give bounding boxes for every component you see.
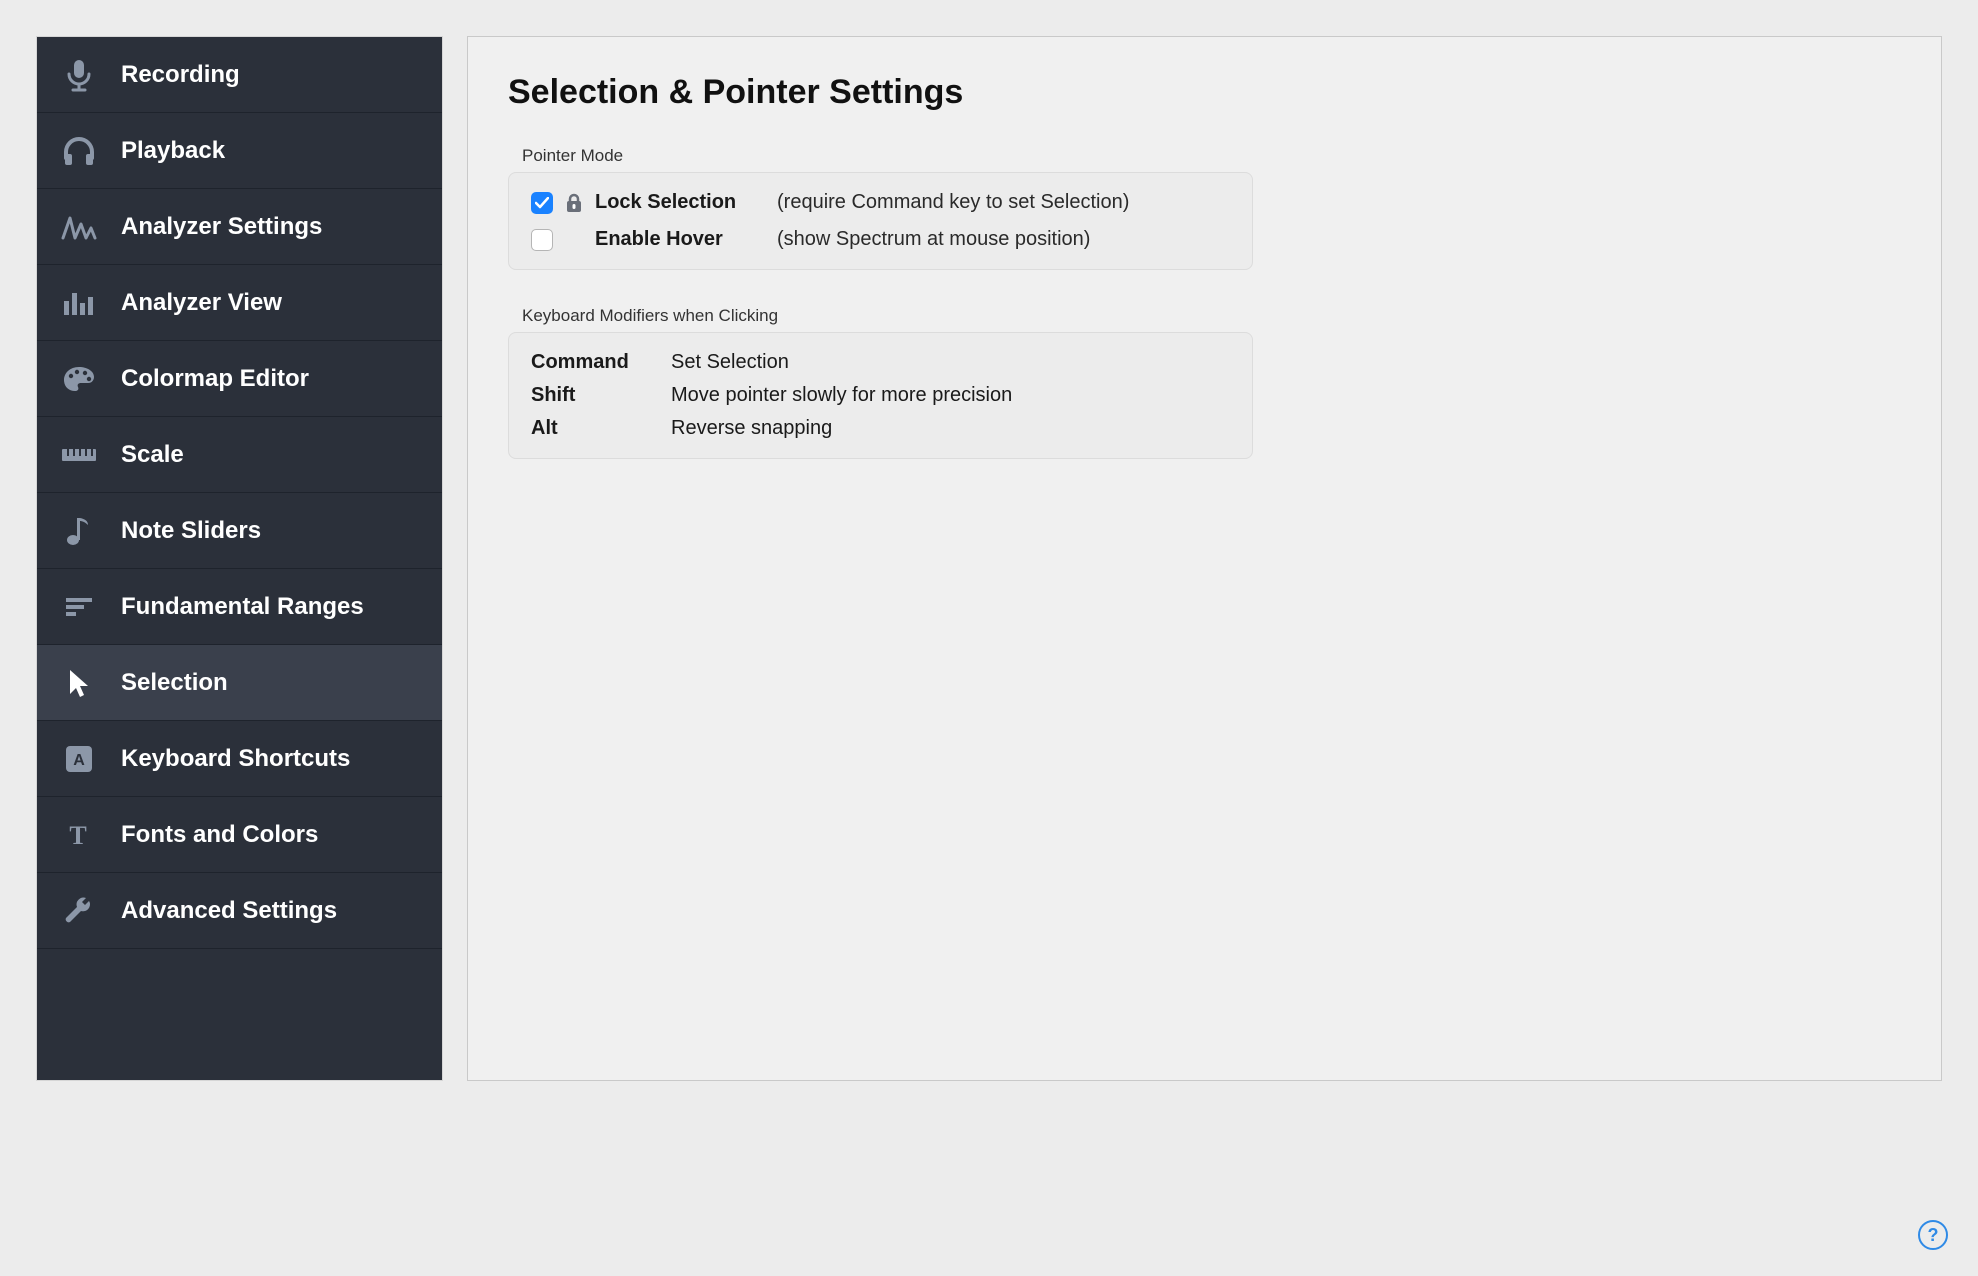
sidebar-item-label: Analyzer Settings xyxy=(121,213,322,241)
sidebar-item-label: Scale xyxy=(121,441,184,469)
modifier-key: Alt xyxy=(531,417,671,440)
bars-icon xyxy=(55,289,103,317)
modifier-key: Command xyxy=(531,351,671,374)
sidebar-item-analyzer-settings[interactable]: Analyzer Settings xyxy=(37,189,442,265)
sidebar-item-label: Recording xyxy=(121,61,240,89)
enable-hover-desc: (show Spectrum at mouse position) xyxy=(777,228,1090,251)
waveform-icon xyxy=(55,214,103,240)
sidebar-item-fundamental-ranges[interactable]: Fundamental Ranges xyxy=(37,569,442,645)
cursor-icon xyxy=(55,667,103,699)
settings-sidebar: Recording Playback Analyzer Settings Ana… xyxy=(36,36,443,1081)
svg-text:T: T xyxy=(69,821,86,850)
sidebar-item-label: Colormap Editor xyxy=(121,365,309,393)
sidebar-item-analyzer-view[interactable]: Analyzer View xyxy=(37,265,442,341)
sidebar-item-label: Analyzer View xyxy=(121,289,282,317)
section-label-pointer-mode: Pointer Mode xyxy=(522,146,1901,166)
sidebar-item-scale[interactable]: Scale xyxy=(37,417,442,493)
sidebar-item-colormap-editor[interactable]: Colormap Editor xyxy=(37,341,442,417)
lock-selection-desc: (require Command key to set Selection) xyxy=(777,191,1129,214)
typography-icon: T xyxy=(55,820,103,850)
svg-text:A: A xyxy=(73,752,85,769)
sidebar-item-label: Advanced Settings xyxy=(121,897,337,925)
sidebar-item-label: Note Sliders xyxy=(121,517,261,545)
sidebar-item-playback[interactable]: Playback xyxy=(37,113,442,189)
keyboard-modifiers-panel: Command Set Selection Shift Move pointer… xyxy=(508,332,1253,459)
sidebar-item-keyboard-shortcuts[interactable]: A Keyboard Shortcuts xyxy=(37,721,442,797)
sidebar-item-note-sliders[interactable]: Note Sliders xyxy=(37,493,442,569)
settings-content: Selection & Pointer Settings Pointer Mod… xyxy=(467,36,1942,1081)
enable-hover-checkbox[interactable] xyxy=(531,229,553,251)
sidebar-item-label: Selection xyxy=(121,669,228,697)
modifier-row-command: Command Set Selection xyxy=(531,351,1230,374)
pointer-mode-panel: Lock Selection (require Command key to s… xyxy=(508,172,1253,270)
headphones-icon xyxy=(55,136,103,166)
modifier-row-shift: Shift Move pointer slowly for more preci… xyxy=(531,384,1230,407)
palette-icon xyxy=(55,364,103,394)
microphone-icon xyxy=(55,58,103,92)
note-icon xyxy=(55,515,103,547)
enable-hover-row: Enable Hover (show Spectrum at mouse pos… xyxy=(531,228,1230,251)
sidebar-item-selection[interactable]: Selection xyxy=(37,645,442,721)
sidebar-item-advanced-settings[interactable]: Advanced Settings xyxy=(37,873,442,949)
lock-selection-row: Lock Selection (require Command key to s… xyxy=(531,191,1230,214)
lock-selection-checkbox[interactable] xyxy=(531,192,553,214)
modifier-val: Move pointer slowly for more precision xyxy=(671,384,1012,407)
lock-selection-label: Lock Selection xyxy=(595,191,765,214)
lock-icon xyxy=(565,193,583,213)
modifier-val: Reverse snapping xyxy=(671,417,832,440)
modifier-row-alt: Alt Reverse snapping xyxy=(531,417,1230,440)
sidebar-item-label: Fundamental Ranges xyxy=(121,593,364,621)
sidebar-item-label: Keyboard Shortcuts xyxy=(121,745,350,773)
ruler-icon xyxy=(55,445,103,465)
wrench-icon xyxy=(55,895,103,927)
keycap-icon: A xyxy=(55,744,103,774)
sidebar-item-recording[interactable]: Recording xyxy=(37,37,442,113)
sidebar-item-label: Playback xyxy=(121,137,225,165)
ranges-icon xyxy=(55,594,103,620)
modifier-val: Set Selection xyxy=(671,351,789,374)
sidebar-item-label: Fonts and Colors xyxy=(121,821,318,849)
section-label-keyboard-modifiers: Keyboard Modifiers when Clicking xyxy=(522,306,1901,326)
modifier-key: Shift xyxy=(531,384,671,407)
sidebar-item-fonts-and-colors[interactable]: T Fonts and Colors xyxy=(37,797,442,873)
enable-hover-label: Enable Hover xyxy=(595,228,765,251)
help-button[interactable]: ? xyxy=(1918,1220,1948,1250)
page-title: Selection & Pointer Settings xyxy=(508,73,1901,112)
help-icon: ? xyxy=(1928,1225,1939,1246)
